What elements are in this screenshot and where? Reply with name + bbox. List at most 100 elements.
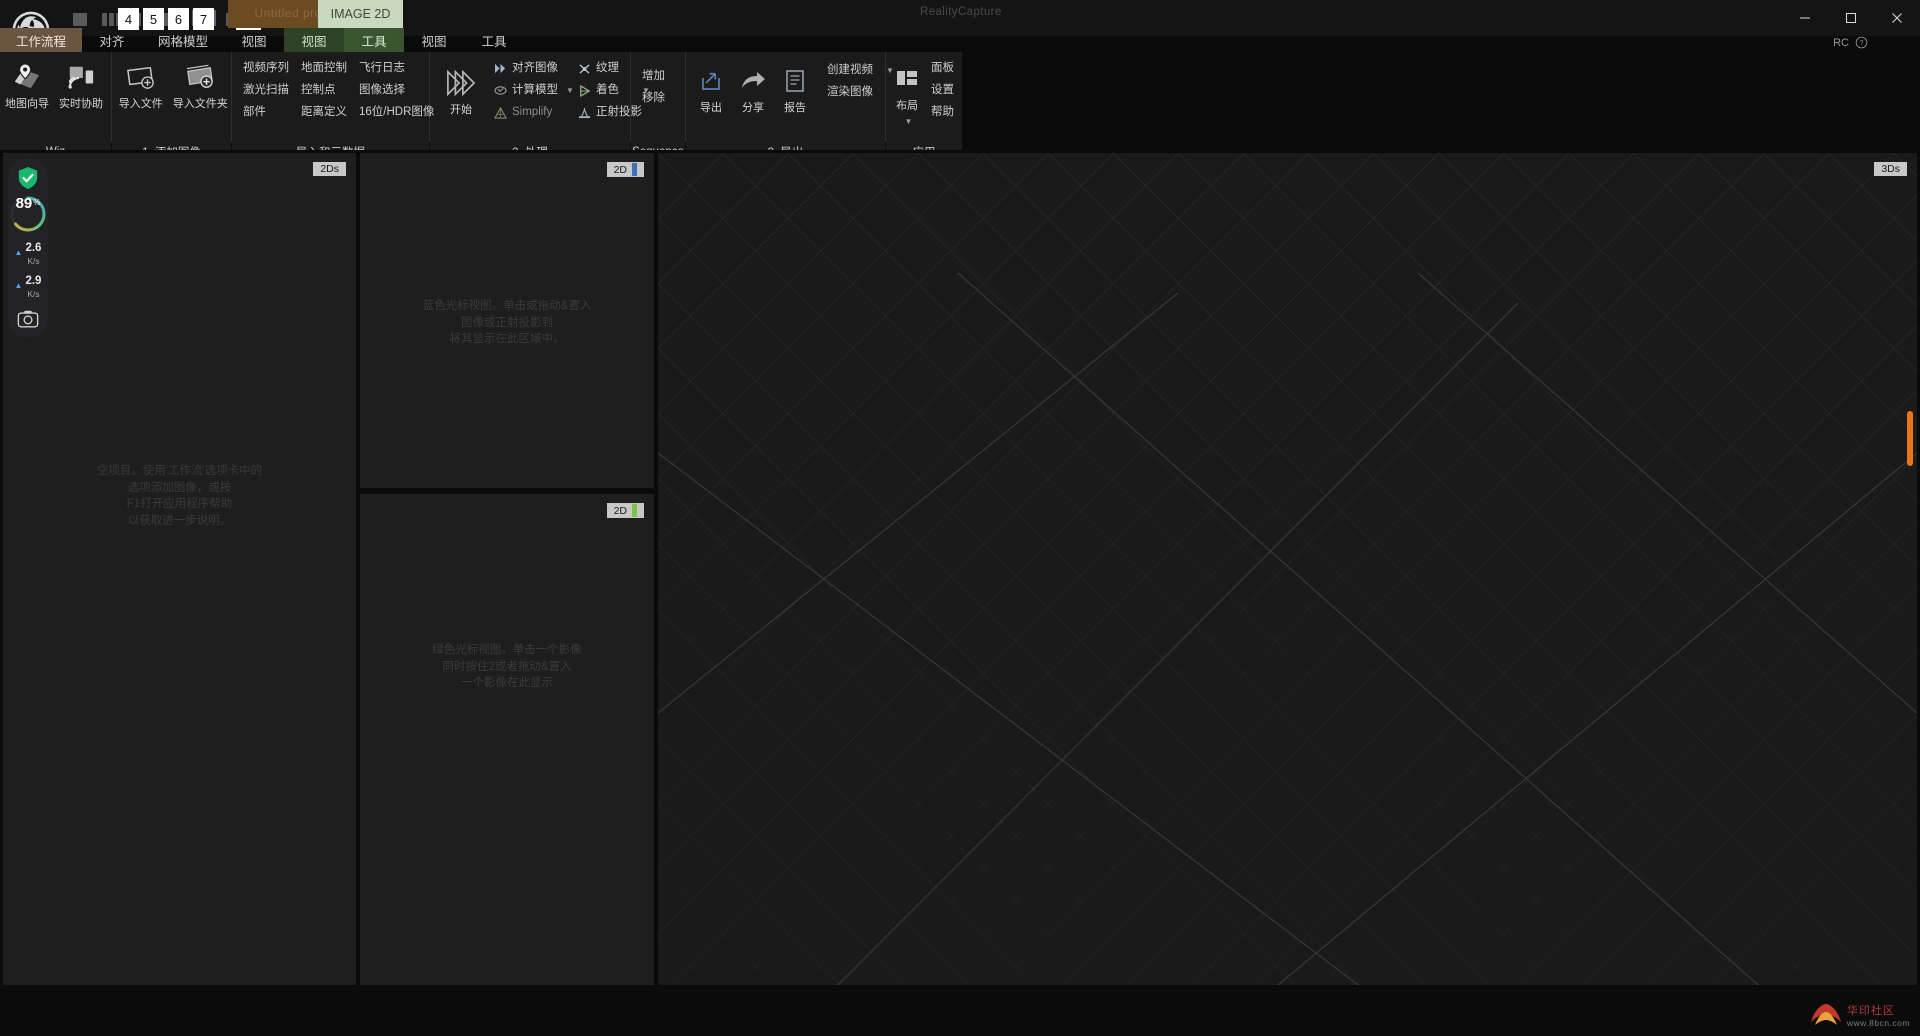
upload-speed-unit: K/s (27, 256, 40, 266)
menu-item-laser-scan[interactable]: 激光扫描 (238, 80, 294, 101)
import-file-button[interactable]: 导入文件 (112, 60, 170, 111)
ribbon-group-application: 布局 ▼ 面板 设置 帮助 (886, 52, 962, 142)
help-icon[interactable]: ? (1855, 36, 1868, 49)
import-metadata-col-2: 地面控制 控制点 距离定义 (296, 58, 352, 142)
menu-item-distance-definition[interactable]: 距离定义 (296, 102, 352, 123)
numbered-tab-6[interactable]: 6 (168, 8, 189, 30)
watermark-logo-icon (1810, 1004, 1841, 1025)
menu-item-align-images[interactable]: 对齐图像 (488, 58, 570, 79)
report-label: 报告 (784, 102, 806, 114)
maximize-icon (1846, 13, 1856, 23)
ribbon-group-add-images: 导入文件 导入文件夹 (112, 52, 232, 142)
menu-item-add-sequence[interactable]: 增加 (637, 66, 679, 87)
chevron-down-icon-4[interactable]: ▼ (905, 117, 913, 127)
viewport-3ds-right[interactable]: 3Ds (658, 153, 1917, 985)
camera-icon[interactable] (17, 308, 39, 330)
menu-item-hdr-images[interactable]: 16位/HDR图像 (354, 102, 434, 123)
share-button[interactable]: 分享 (732, 64, 774, 115)
ribbon-tab-alignment[interactable]: 对齐 (82, 28, 142, 52)
window-right-status: RealityCapture (920, 6, 1002, 18)
numbered-tab-5[interactable]: 5 (143, 8, 164, 30)
report-button[interactable]: 报告 (774, 64, 816, 115)
menu-item-simplify-label: Simplify (512, 106, 553, 118)
viewport-badge-2d-blue-label: 2D (613, 163, 627, 176)
menu-item-render-image[interactable]: 渲染图像 (822, 82, 890, 103)
maximize-button[interactable] (1828, 0, 1874, 36)
tab-image-2d[interactable]: IMAGE 2D (318, 0, 403, 28)
ribbon-tab-tools-2[interactable]: 工具 (464, 28, 524, 52)
viewport-3ds-scrollbar[interactable] (1907, 153, 1915, 985)
scrollbar-thumb[interactable] (1907, 411, 1913, 466)
menu-item-video-sequence[interactable]: 视频序列 (238, 58, 294, 79)
start-button[interactable]: 开始 (436, 66, 486, 117)
close-icon (1892, 13, 1902, 23)
minimize-button[interactable] (1782, 0, 1828, 36)
ribbon-tab-tools-green[interactable]: 工具 (344, 28, 405, 52)
menu-item-ground-control[interactable]: 地面控制 (296, 58, 352, 79)
viewport-area: 2Ds 空项目。使用'工作流'选项卡中的 选项添加图像，或按 F1打开应用程序帮… (0, 150, 1920, 988)
import-folder-button[interactable]: 导入文件夹 (170, 60, 231, 111)
menu-item-panels[interactable]: 面板 (926, 58, 960, 79)
numbered-tab-7[interactable]: 7 (193, 8, 214, 30)
viewport-2ds-left[interactable]: 2Ds 空项目。使用'工作流'选项卡中的 选项添加图像，或按 F1打开应用程序帮… (3, 153, 356, 985)
sequence-col: 增加 移除 (637, 66, 679, 142)
layout-button[interactable]: 布局 ▼ (890, 62, 924, 127)
import-folder-label: 导入文件夹 (172, 98, 228, 110)
account-area: RC ? (1833, 36, 1868, 49)
green-cursor-indicator-icon (632, 504, 637, 517)
menu-item-flight-log[interactable]: 飞行日志 (354, 58, 424, 79)
ribbon-toolbar: 地图向导 实时协助 导入文件 导入文件夹 视频序列 激光扫描 部件 地面控制 控… (0, 52, 962, 142)
menu-item-simplify[interactable]: Simplify (488, 102, 570, 123)
export-button[interactable]: 导出 (690, 64, 732, 115)
ribbon-group-process: 开始 对齐图像 计算模型 ▼ Simplify 纹理 着色 ▼ 正射投影 (430, 52, 650, 142)
share-icon (736, 64, 770, 98)
wireless-assist-icon (64, 60, 98, 94)
viewport-badge-2ds-label: 2Ds (320, 163, 339, 175)
menu-item-remove-sequence[interactable]: 移除 (637, 88, 679, 109)
ribbon-group-export: 导出 分享 报告 创建视频 ▼ 渲染图像 (686, 52, 894, 142)
viewport-badge-2d-blue[interactable]: 2D (606, 162, 644, 177)
map-wizard-button[interactable]: 地图向导 (0, 60, 54, 111)
start-label: 开始 (450, 104, 472, 116)
percent-unit: % (33, 198, 41, 207)
shield-check-icon (18, 167, 38, 189)
network-monitor-widget[interactable]: 89% ▲ 2.6 K/s ▲ 2.9 K/s (8, 158, 48, 338)
ribbon-tab-mesh-model[interactable]: 网格模型 (142, 28, 224, 52)
live-assist-label: 实时协助 (59, 98, 103, 110)
svg-text:?: ? (1860, 40, 1864, 47)
import-file-icon (124, 60, 158, 94)
menu-item-help[interactable]: 帮助 (926, 102, 960, 123)
watermark-subtext: www.8bcn.com (1846, 1018, 1910, 1028)
ribbon-tab-workflow[interactable]: 工作流程 (0, 28, 83, 52)
menu-item-control-points[interactable]: 控制点 (296, 80, 352, 101)
layout-icon (890, 62, 924, 96)
close-button[interactable] (1874, 0, 1920, 36)
menu-item-calculate-model[interactable]: 计算模型 ▼ (488, 80, 574, 101)
menu-item-component[interactable]: 部件 (238, 102, 294, 123)
ribbon-tab-view[interactable]: 视图 (224, 28, 284, 52)
numbered-tab-4[interactable]: 4 (118, 8, 139, 30)
play-forward-icon (444, 66, 478, 100)
window-tab-1[interactable] (68, 10, 92, 26)
viewport-2d-top[interactable]: 2D 蓝色光标视图。单击或拖动&置入 图像或正射投影到 将其显示在此区域中。 (360, 153, 654, 488)
report-icon (778, 64, 812, 98)
ribbon-group-import-metadata: 视频序列 激光扫描 部件 地面控制 控制点 距离定义 飞行日志 图像选择 16位… (232, 52, 434, 142)
account-initials[interactable]: RC (1833, 37, 1849, 49)
download-speed-value: 2.9 (25, 275, 42, 287)
menu-item-settings[interactable]: 设置 (926, 80, 960, 101)
simplify-icon (493, 106, 507, 120)
viewport-badge-2d-green[interactable]: 2D (606, 503, 644, 518)
viewport-badge-3ds[interactable]: 3Ds (1874, 162, 1907, 176)
menu-item-colorize-label: 着色 (596, 84, 619, 96)
viewport-2d-bottom[interactable]: 2D 绿色光标视图。单击一个影像 同时按住2或者拖动&置入 一个影像在此显示 (360, 494, 654, 985)
ribbon-tab-view-green[interactable]: 视图 (284, 28, 345, 52)
menu-item-image-selection[interactable]: 图像选择 (354, 80, 424, 101)
import-file-label: 导入文件 (118, 98, 163, 110)
ribbon-tab-view-2[interactable]: 视图 (404, 28, 464, 52)
import-folder-icon (183, 60, 217, 94)
live-assist-button[interactable]: 实时协助 (54, 60, 108, 111)
import-metadata-col-1: 视频序列 激光扫描 部件 (238, 58, 294, 142)
download-speed-stat: ▲ 2.9 K/s (15, 271, 42, 299)
viewport-badge-2ds[interactable]: 2Ds (313, 162, 346, 176)
menu-item-create-video[interactable]: 创建视频 ▼ (822, 60, 894, 81)
